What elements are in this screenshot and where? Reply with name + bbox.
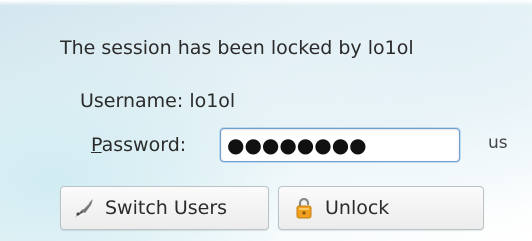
locked-by-message: The session has been locked by lo1ol bbox=[60, 37, 414, 59]
padlock-icon bbox=[291, 195, 317, 221]
screen-locker-dialog: The session has been locked by lo1ol Use… bbox=[0, 0, 532, 241]
username-label: Username: bbox=[80, 90, 184, 112]
password-label: Password: bbox=[91, 134, 186, 156]
switch-users-icon bbox=[71, 195, 97, 221]
top-highlight bbox=[0, 0, 532, 6]
unlock-label: Unlock bbox=[325, 197, 390, 219]
username-value: lo1ol bbox=[189, 90, 236, 112]
password-field[interactable]: ●●●●●●●● bbox=[220, 128, 460, 162]
password-label-text: assword: bbox=[101, 134, 187, 156]
keyboard-layout-indicator[interactable]: us bbox=[488, 133, 508, 153]
switch-users-button[interactable]: Switch Users bbox=[60, 186, 269, 230]
unlock-button[interactable]: Unlock bbox=[278, 186, 484, 230]
password-label-mnemonic: P bbox=[91, 134, 102, 156]
username-row: Username: lo1ol bbox=[80, 90, 235, 112]
switch-users-label: Switch Users bbox=[105, 197, 228, 219]
password-masked-value: ●●●●●●●● bbox=[227, 133, 367, 157]
